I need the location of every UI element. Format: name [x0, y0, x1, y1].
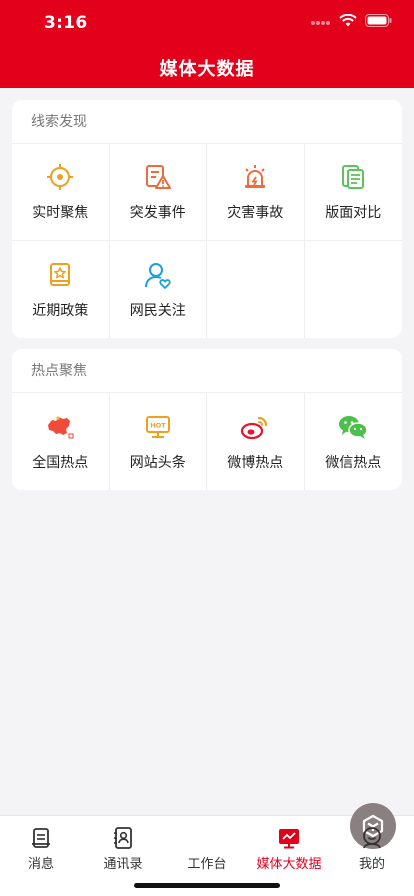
policy-book-icon [50, 262, 71, 286]
app: 3:16 媒体大数据 线索发现 实时聚焦 突发事件 灾害事故 版面对比 近期政策… [0, 0, 414, 896]
item-label: 灾害事故 [227, 205, 284, 221]
weibo-hotspot-item[interactable]: 微博热点 [207, 393, 305, 490]
wechat-icon [339, 415, 368, 439]
item-label: 近期政策 [32, 302, 89, 319]
clue-discovery-grid: 实时聚焦 突发事件 灾害事故 版面对比 近期政策 网民关注 [12, 144, 402, 338]
page-title: 媒体大数据 [159, 59, 255, 80]
empty-cell [304, 241, 402, 338]
item-label: 全国热点 [32, 454, 89, 471]
item-label: 微博热点 [227, 454, 284, 471]
tab-media-data[interactable]: 媒体大数据 [248, 816, 330, 872]
tab-messages[interactable]: 消息 [0, 816, 82, 872]
weibo-icon [241, 416, 268, 439]
hotspot-focus-grid: 全国热点 HOT 网站头条 微博热点 微信热点 [12, 393, 402, 490]
tab-label: 工作台 [187, 857, 227, 872]
netizen-attention-item[interactable]: 网民关注 [110, 241, 207, 338]
alert-document-icon [145, 165, 171, 189]
header: 3:16 媒体大数据 [0, 0, 414, 88]
section-title: 热点聚焦 [12, 349, 402, 393]
tab-profile[interactable]: 我的 [331, 816, 413, 872]
china-map-icon [48, 415, 74, 438]
crosshair-icon [47, 164, 74, 190]
home-indicator [134, 883, 280, 888]
status-icons [311, 14, 392, 27]
siren-icon [245, 165, 266, 188]
battery-icon [365, 14, 392, 27]
hot-monitor-icon: HOT [145, 415, 170, 438]
user-heart-icon [144, 262, 171, 289]
tab-label: 我的 [358, 857, 385, 872]
tab-label: 消息 [27, 857, 54, 872]
realtime-focus-item[interactable]: 实时聚焦 [12, 144, 110, 241]
website-headline-item[interactable]: HOT 网站头条 [110, 393, 207, 490]
status-bar: 3:16 [0, 0, 414, 44]
national-hotspot-item[interactable]: 全国热点 [12, 393, 110, 490]
tab-contacts[interactable]: 通讯录 [82, 816, 164, 872]
emergency-event-item[interactable]: 突发事件 [109, 144, 207, 241]
section-title: 线索发现 [12, 100, 402, 144]
tab-label: 媒体大数据 [256, 857, 322, 872]
item-label: 微信热点 [325, 454, 382, 471]
message-icon [32, 828, 50, 848]
tab-workbench[interactable]: 工作台 [166, 803, 396, 872]
contacts-icon [114, 827, 132, 849]
item-label: 突发事件 [129, 205, 186, 221]
svg-text:HOT: HOT [150, 421, 166, 429]
media-data-icon [279, 829, 299, 849]
profile-icon [363, 827, 381, 849]
clue-discovery-card: 线索发现 实时聚焦 突发事件 灾害事故 版面对比 近期政策 网民关注 [12, 100, 402, 338]
wechat-hotspot-item[interactable]: 微信热点 [305, 393, 403, 490]
layout-compare-item[interactable]: 版面对比 [304, 144, 402, 241]
item-label: 网站头条 [129, 454, 186, 471]
wifi-icon [339, 14, 357, 27]
disaster-accident-item[interactable]: 灾害事故 [207, 144, 305, 241]
recent-policy-item[interactable]: 近期政策 [12, 241, 110, 338]
item-label: 版面对比 [325, 205, 382, 221]
hotspot-focus-card: 热点聚焦 全国热点 HOT 网站头条 微博热点 微信热点 [12, 349, 402, 490]
empty-cell [207, 241, 305, 338]
item-label: 网民关注 [129, 302, 186, 319]
item-label: 实时聚焦 [32, 205, 89, 221]
tab-label: 通讯录 [103, 857, 143, 872]
status-time: 3:16 [44, 13, 88, 33]
signal-icon [311, 20, 330, 25]
newspaper-compare-icon [342, 165, 365, 189]
